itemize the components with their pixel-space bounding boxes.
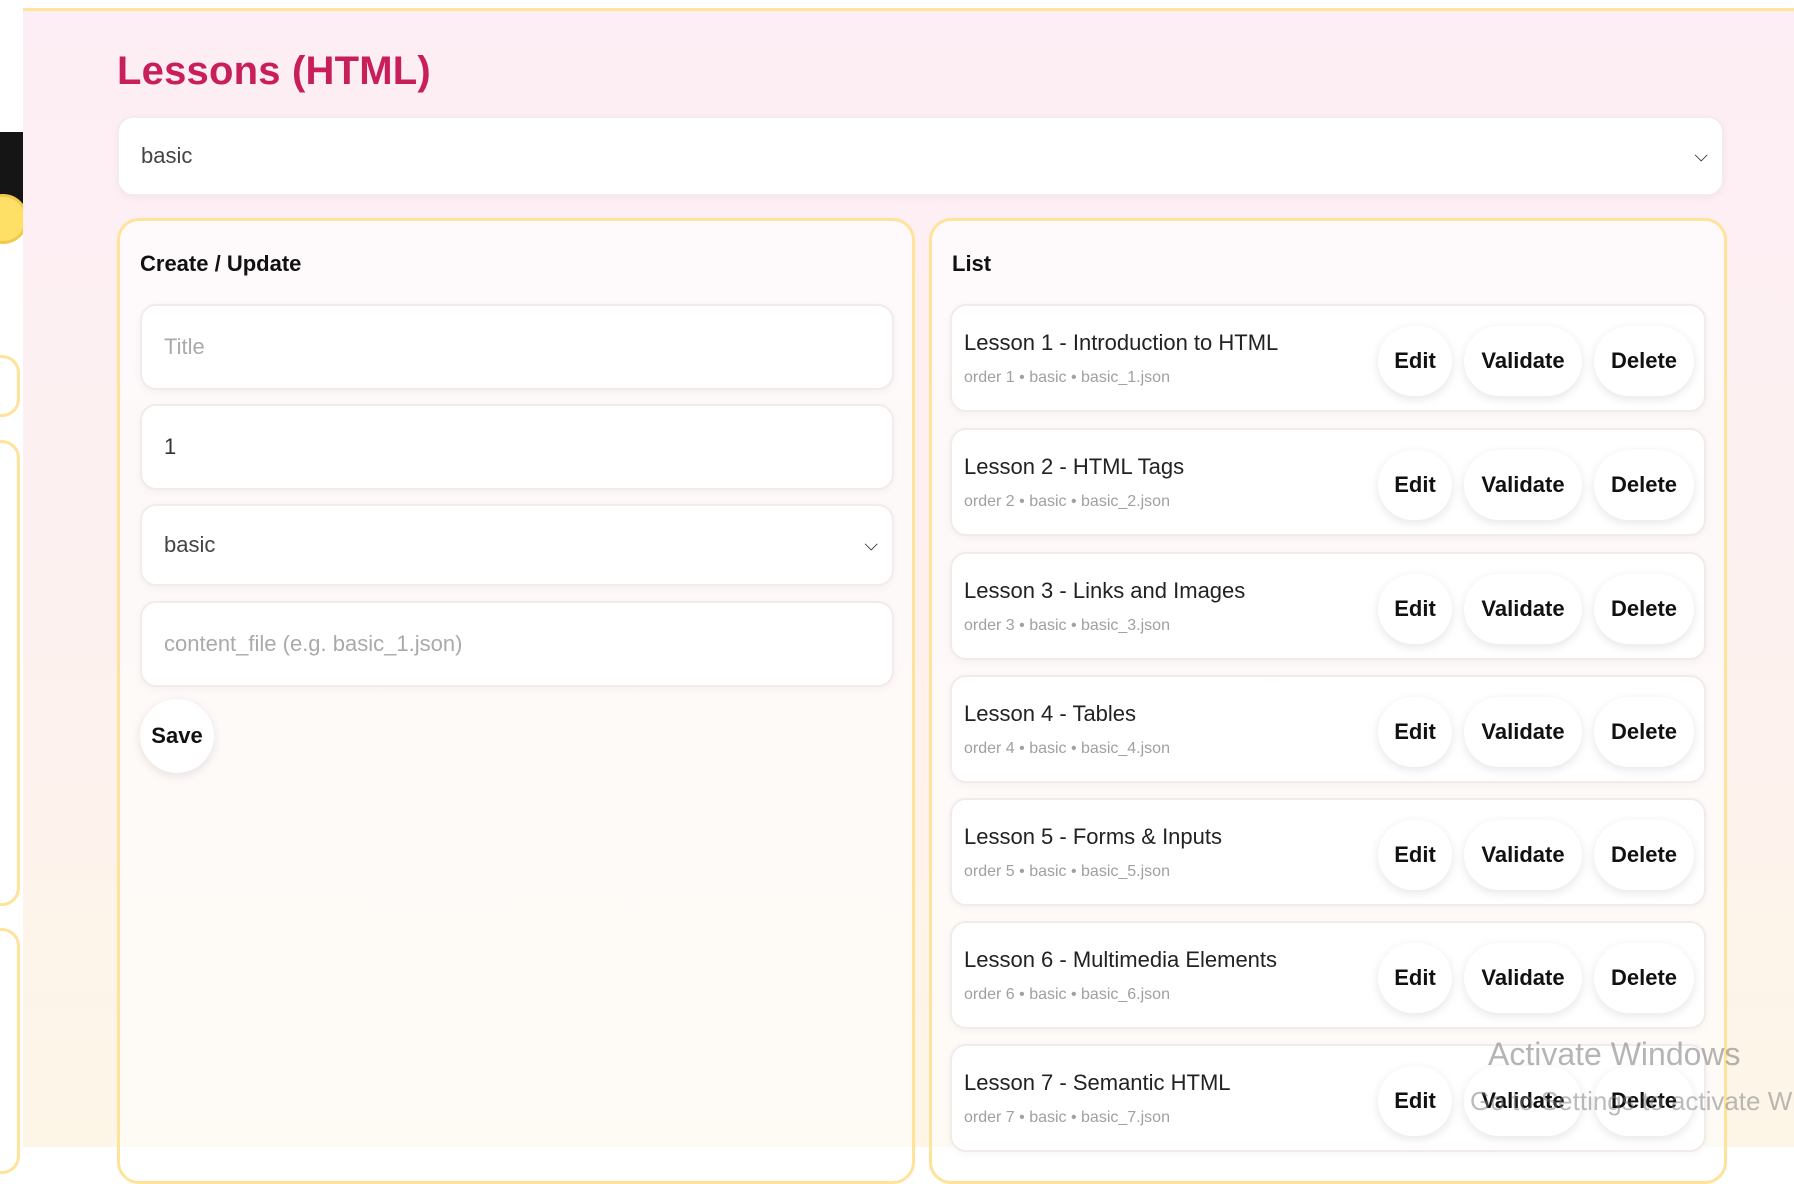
adjacent-window-card [0, 440, 20, 906]
lesson-meta: order 6 • basic • basic_6.json [964, 986, 1170, 1003]
lesson-meta: order 7 • basic • basic_7.json [964, 1109, 1170, 1126]
lesson-row: Lesson 4 - Tables order 4 • basic • basi… [950, 675, 1706, 783]
lesson-title: Lesson 2 - HTML Tags [964, 454, 1185, 479]
delete-button[interactable]: Delete [1594, 943, 1694, 1013]
lesson-meta: order 3 • basic • basic_3.json [964, 617, 1170, 634]
lesson-row: Lesson 2 - HTML Tags order 2 • basic • b… [950, 428, 1706, 536]
delete-button[interactable]: Delete [1594, 326, 1694, 396]
level-select[interactable]: basic ⌵ [140, 504, 894, 586]
edit-button[interactable]: Edit [1378, 326, 1452, 396]
activate-windows-subtitle: Go to Settings to activate Windows. [1470, 1086, 1794, 1116]
edit-button[interactable]: Edit [1378, 697, 1452, 767]
edit-button[interactable]: Edit [1378, 450, 1452, 520]
delete-button[interactable]: Delete [1594, 820, 1694, 890]
lesson-title: Lesson 7 - Semantic HTML [964, 1070, 1231, 1095]
validate-button[interactable]: Validate [1464, 326, 1582, 396]
lesson-row: Lesson 6 - Multimedia Elements order 6 •… [950, 921, 1706, 1029]
order-input[interactable] [142, 406, 864, 488]
edit-button[interactable]: Edit [1378, 1066, 1452, 1136]
lesson-meta: order 4 • basic • basic_4.json [964, 740, 1170, 757]
lesson-meta: order 2 • basic • basic_2.json [964, 493, 1170, 510]
level-filter-value: basic [141, 143, 193, 168]
panel-title-list: List [952, 251, 992, 276]
adjacent-window-card-2 [0, 928, 20, 1174]
validate-button[interactable]: Validate [1464, 820, 1582, 890]
delete-button[interactable]: Delete [1594, 697, 1694, 767]
validate-button[interactable]: Validate [1464, 697, 1582, 767]
save-button[interactable]: Save [140, 699, 214, 773]
validate-button[interactable]: Validate [1464, 574, 1582, 644]
panel-title-create-update: Create / Update [140, 251, 302, 276]
edit-button[interactable]: Edit [1378, 943, 1452, 1013]
level-filter-select[interactable]: basic ⌵ [117, 116, 1724, 196]
title-input[interactable] [142, 306, 864, 388]
lesson-meta: order 1 • basic • basic_1.json [964, 369, 1170, 386]
title-field[interactable] [140, 304, 894, 390]
adjacent-window-pill [0, 355, 20, 417]
lesson-title: Lesson 5 - Forms & Inputs [964, 824, 1222, 849]
page-title: Lessons (HTML) [117, 49, 431, 93]
chevron-down-icon: ⌵ [864, 534, 878, 555]
content-file-field[interactable] [140, 601, 894, 687]
lesson-row: Lesson 1 - Introduction to HTML order 1 … [950, 304, 1706, 412]
create-update-panel: Create / Update basic ⌵ Save [117, 218, 915, 1184]
edit-button[interactable]: Edit [1378, 574, 1452, 644]
lesson-meta: order 5 • basic • basic_5.json [964, 863, 1170, 880]
validate-button[interactable]: Validate [1464, 450, 1582, 520]
lesson-title: Lesson 6 - Multimedia Elements [964, 947, 1278, 972]
lesson-title: Lesson 3 - Links and Images [964, 578, 1246, 603]
order-field[interactable] [140, 404, 894, 490]
lesson-row: Lesson 3 - Links and Images order 3 • ba… [950, 552, 1706, 660]
chevron-down-icon: ⌵ [1694, 145, 1708, 166]
lessons-page: Lessons (HTML) basic ⌵ Create / Update b… [23, 8, 1794, 1184]
delete-button[interactable]: Delete [1594, 450, 1694, 520]
activate-windows-title: Activate Windows [1488, 1036, 1741, 1072]
lesson-title: Lesson 1 - Introduction to HTML [964, 330, 1279, 355]
edit-button[interactable]: Edit [1378, 820, 1452, 890]
lesson-row: Lesson 5 - Forms & Inputs order 5 • basi… [950, 798, 1706, 906]
level-select-value: basic [164, 532, 216, 557]
content-file-input[interactable] [142, 603, 864, 685]
delete-button[interactable]: Delete [1594, 574, 1694, 644]
lesson-title: Lesson 4 - Tables [964, 701, 1137, 726]
validate-button[interactable]: Validate [1464, 943, 1582, 1013]
